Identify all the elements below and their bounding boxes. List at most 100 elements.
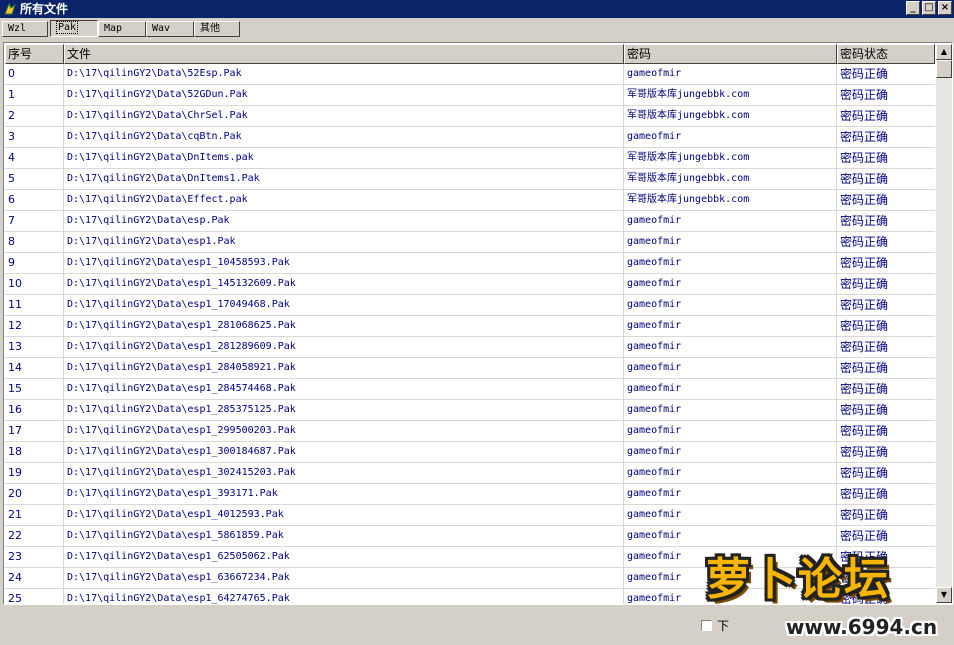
row-password: 军哥版本库jungebbk.com (624, 148, 837, 168)
row-index: 1 (5, 85, 64, 105)
row-password-status: 密码正确 (840, 67, 889, 81)
table-row[interactable]: 15 D:\17\qilinGY2\Data\esp1_284574468.Pak… (5, 379, 935, 400)
row-index: 3 (5, 127, 64, 147)
row-index: 6 (5, 190, 64, 210)
tab-wav[interactable]: Wav (146, 21, 194, 37)
row-file-path: D:\17\qilinGY2\Data\esp1_300184687.Pak (64, 442, 624, 462)
row-password-status: 密码正确 (840, 319, 889, 333)
table-row[interactable]: 0 D:\17\qilinGY2\Data\52Esp.Pak gameofmir 密… (5, 64, 935, 85)
watermark-text: 萝卜论坛 (706, 554, 890, 605)
table-row[interactable]: 1 D:\17\qilinGY2\Data\52GDun.Pak 军哥版本库jung… (5, 85, 935, 106)
row-password: gameofmir (624, 400, 837, 420)
app-icon (4, 2, 16, 15)
row-password: 军哥版本库jungebbk.com (624, 190, 837, 210)
minimize-button[interactable]: _ (906, 1, 920, 15)
table-row[interactable]: 10 D:\17\qilinGY2\Data\esp1_145132609.Pak… (5, 274, 935, 295)
row-password: gameofmir (624, 337, 837, 357)
table-row[interactable]: 17 D:\17\qilinGY2\Data\esp1_299500203.Pak… (5, 421, 935, 442)
row-index: 4 (5, 148, 64, 168)
table-row[interactable]: 20 D:\17\qilinGY2\Data\esp1_393171.Pak gam… (5, 484, 935, 505)
tab-pak[interactable]: Pak (50, 20, 98, 37)
row-password: gameofmir (624, 484, 837, 504)
row-file-path: D:\17\qilinGY2\Data\esp1_4012593.Pak (64, 505, 624, 525)
close-button[interactable]: × (938, 1, 952, 15)
window-title: 所有文件 (20, 2, 69, 16)
table-row[interactable]: 3 D:\17\qilinGY2\Data\cqBtn.Pak gameofmir 密… (5, 127, 935, 148)
column-header-password[interactable]: 密码 (624, 44, 837, 64)
row-password-status: 密码正确 (840, 193, 889, 207)
row-file-path: D:\17\qilinGY2\Data\esp1_17049468.Pak (64, 295, 624, 315)
maximize-button[interactable]: □ (922, 1, 936, 15)
row-password-status: 密码正确 (840, 235, 889, 249)
row-index: 16 (5, 400, 64, 420)
row-index: 19 (5, 463, 64, 483)
row-index: 20 (5, 484, 64, 504)
table-row[interactable]: 13 D:\17\qilinGY2\Data\esp1_281289609.Pak… (5, 337, 935, 358)
row-index: 10 (5, 274, 64, 294)
row-password: gameofmir (624, 253, 837, 273)
column-header-file[interactable]: 文件 (64, 44, 624, 64)
table-row[interactable]: 18 D:\17\qilinGY2\Data\esp1_300184687.Pak… (5, 442, 935, 463)
row-password: 军哥版本库jungebbk.com (624, 106, 837, 126)
tab-other[interactable]: 其他 (194, 21, 240, 37)
column-header-status[interactable]: 密码状态 (837, 44, 935, 64)
row-file-path: D:\17\qilinGY2\Data\Effect.pak (64, 190, 624, 210)
row-index: 18 (5, 442, 64, 462)
row-password-status: 密码正确 (840, 466, 889, 480)
table-row[interactable]: 9 D:\17\qilinGY2\Data\esp1_10458593.Pak ga… (5, 253, 935, 274)
scroll-thumb[interactable] (936, 60, 952, 78)
row-file-path: D:\17\qilinGY2\Data\esp.Pak (64, 211, 624, 231)
row-password-status: 密码正确 (840, 214, 889, 228)
tab-map[interactable]: Map (98, 21, 146, 37)
tab-label: Wzl (8, 23, 27, 34)
row-password: gameofmir (624, 232, 837, 252)
table-row[interactable]: 7 D:\17\qilinGY2\Data\esp.Pak gameofmir 密码正… (5, 211, 935, 232)
row-index: 21 (5, 505, 64, 525)
scroll-up-button[interactable]: ▲ (936, 44, 952, 60)
row-password-status: 密码正确 (840, 256, 889, 270)
row-index: 12 (5, 316, 64, 336)
tab-wzl[interactable]: Wzl (2, 21, 48, 37)
table-row[interactable]: 16 D:\17\qilinGY2\Data\esp1_285375125.Pak… (5, 400, 935, 421)
table-row[interactable]: 11 D:\17\qilinGY2\Data\esp1_17049468.Pak g… (5, 295, 935, 316)
table-row[interactable]: 21 D:\17\qilinGY2\Data\esp1_4012593.Pak ga… (5, 505, 935, 526)
table-row[interactable]: 4 D:\17\qilinGY2\Data\DnItems.pak 军哥版本库jun… (5, 148, 935, 169)
table-row[interactable]: 5 D:\17\qilinGY2\Data\DnItems1.Pak 军哥版本库ju… (5, 169, 935, 190)
row-password: 军哥版本库jungebbk.com (624, 85, 837, 105)
title-bar: 所有文件 _ □ × (0, 0, 954, 18)
table-row[interactable]: 8 D:\17\qilinGY2\Data\esp1.Pak gameofmir 密码… (5, 232, 935, 253)
row-index: 11 (5, 295, 64, 315)
row-file-path: D:\17\qilinGY2\Data\esp1_393171.Pak (64, 484, 624, 504)
table-row[interactable]: 19 D:\17\qilinGY2\Data\esp1_302415203.Pak… (5, 463, 935, 484)
tab-bar: Wzl Pak Map Wav 其他 (0, 18, 954, 40)
watermark-logo: 萝卜论坛 www.6994.cn (700, 543, 954, 643)
table-row[interactable]: 6 D:\17\qilinGY2\Data\Effect.pak 军哥版本库jung… (5, 190, 935, 211)
row-password-status: 密码正确 (840, 109, 889, 123)
row-file-path: D:\17\qilinGY2\Data\esp1_281068625.Pak (64, 316, 624, 336)
row-index: 0 (5, 64, 64, 84)
row-file-path: D:\17\qilinGY2\Data\esp1_299500203.Pak (64, 421, 624, 441)
table-row[interactable]: 14 D:\17\qilinGY2\Data\esp1_284058921.Pak… (5, 358, 935, 379)
row-file-path: D:\17\qilinGY2\Data\esp1_145132609.Pak (64, 274, 624, 294)
up-arrow-icon: ▲ (940, 47, 948, 56)
column-header-index[interactable]: 序号 (5, 44, 64, 64)
vertical-scrollbar[interactable]: ▲ ▼ (936, 44, 952, 603)
row-password-status: 密码正确 (840, 508, 889, 522)
tab-label: Wav (152, 23, 171, 34)
row-index: 22 (5, 526, 64, 546)
row-password-status: 密码正确 (840, 172, 889, 186)
tab-label: Map (104, 23, 123, 34)
row-password-status: 密码正确 (840, 340, 889, 354)
row-password-status: 密码正确 (840, 277, 889, 291)
row-password-status: 密码正确 (840, 424, 889, 438)
row-password: gameofmir (624, 64, 837, 84)
table-row[interactable]: 2 D:\17\qilinGY2\Data\ChrSel.Pak 军哥版本库jung… (5, 106, 935, 127)
row-password: gameofmir (624, 127, 837, 147)
row-index: 8 (5, 232, 64, 252)
row-index: 17 (5, 421, 64, 441)
file-list[interactable]: 序号 文件 密码 密码状态 0 D:\17\qilinGY2\Data\52Esp… (3, 42, 953, 605)
table-row[interactable]: 12 D:\17\qilinGY2\Data\esp1_281068625.Pak… (5, 316, 935, 337)
row-password-status: 密码正确 (840, 403, 889, 417)
row-file-path: D:\17\qilinGY2\Data\esp1_10458593.Pak (64, 253, 624, 273)
row-password-status: 密码正确 (840, 361, 889, 375)
